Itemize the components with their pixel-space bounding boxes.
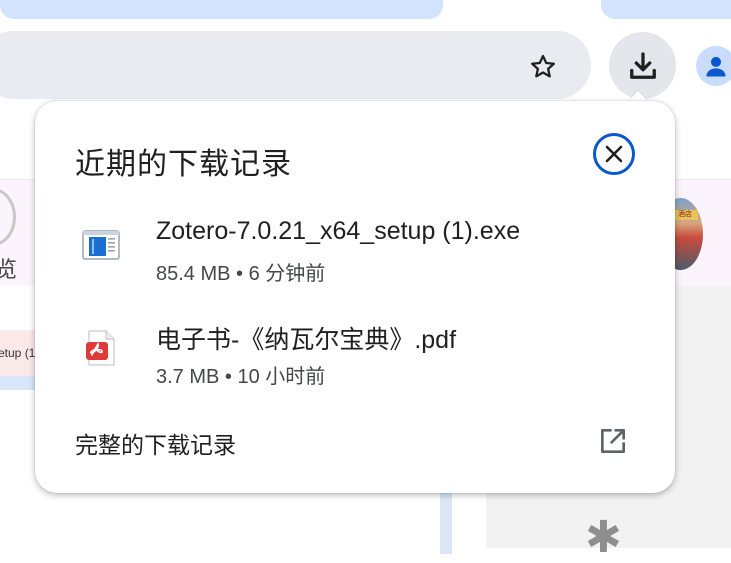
downloads-bubble: 近期的下载记录 Zotero-7.0.21_x64_setup (1).exe … xyxy=(35,101,675,493)
exe-file-icon xyxy=(81,225,121,265)
download-item-name: 电子书-《纳瓦尔宝典》.pdf xyxy=(156,326,457,354)
download-item-meta: 85.4 MB • 6 分钟前 xyxy=(156,263,326,285)
profile-avatar-button[interactable] xyxy=(696,46,731,86)
bookmark-star-button[interactable] xyxy=(524,48,562,86)
close-circle-icon xyxy=(593,133,635,175)
asterisk-icon: ✱ xyxy=(585,513,622,562)
browser-tab[interactable] xyxy=(0,0,443,19)
thumbnail-sign-text: 酒店 xyxy=(672,210,698,220)
tab-strip xyxy=(0,0,731,26)
browser-tab-right[interactable] xyxy=(601,0,731,19)
downloads-toolbar-button[interactable] xyxy=(609,32,676,99)
page-row-under xyxy=(0,376,40,390)
star-outline-icon xyxy=(531,54,555,78)
close-button[interactable] xyxy=(591,131,637,177)
pdf-file-icon xyxy=(81,328,121,368)
open-history-button[interactable] xyxy=(593,421,633,461)
download-item[interactable]: 电子书-《纳瓦尔宝典》.pdf 3.7 MB • 10 小时前 xyxy=(75,320,635,390)
download-item[interactable]: Zotero-7.0.21_x64_setup (1).exe 85.4 MB … xyxy=(75,217,635,287)
download-icon xyxy=(629,51,656,79)
full-download-history-link[interactable]: 完整的下载记录 xyxy=(75,426,236,460)
open-in-new-icon xyxy=(601,429,625,453)
download-item-name: Zotero-7.0.21_x64_setup (1).exe xyxy=(156,217,521,245)
person-icon xyxy=(706,56,726,77)
address-bar[interactable] xyxy=(0,31,591,99)
download-item-meta: 3.7 MB • 10 小时前 xyxy=(156,366,326,388)
bubble-title: 近期的下载记录 xyxy=(75,148,292,181)
page-row-text: etup (1) xyxy=(0,346,40,360)
shortcut-label: 览 xyxy=(0,257,18,282)
